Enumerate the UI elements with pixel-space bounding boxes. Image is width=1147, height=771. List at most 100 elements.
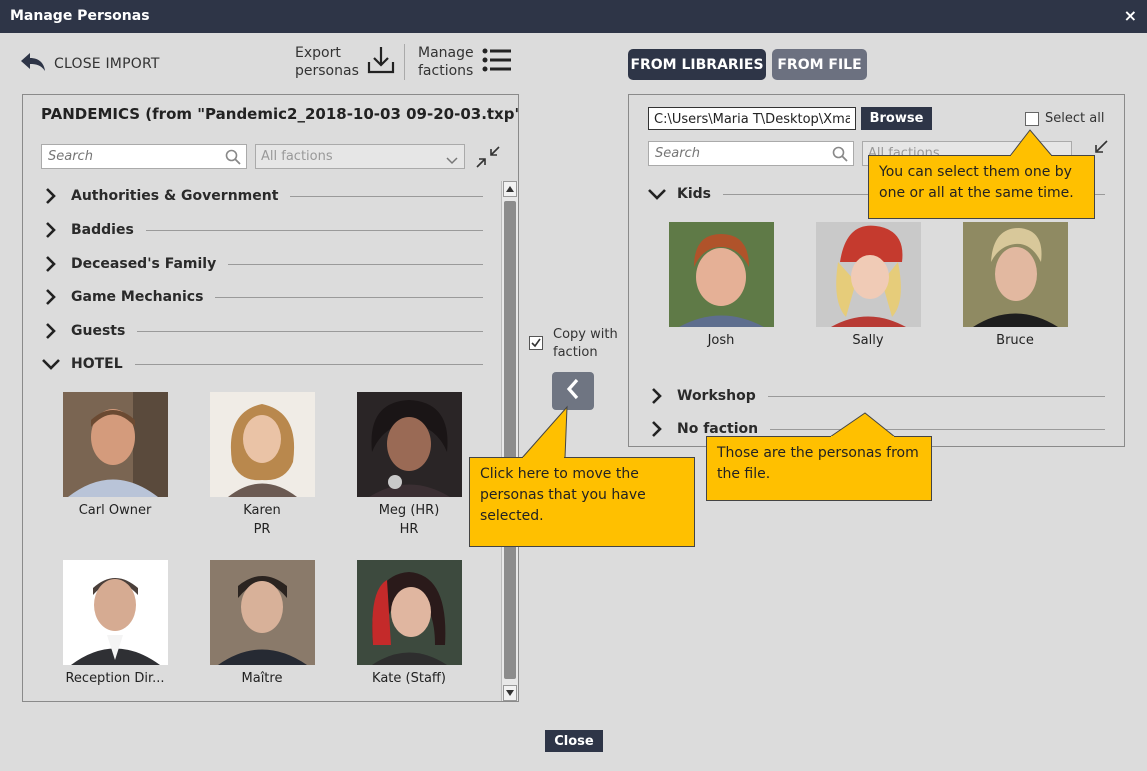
chevron-right-icon [41, 220, 61, 240]
persona-card[interactable]: Josh [656, 222, 786, 348]
faction-divider [770, 428, 1105, 430]
download-icon [367, 45, 395, 79]
file-path-input[interactable] [649, 109, 855, 129]
faction-name: Baddies [71, 222, 134, 238]
chevron-right-icon [41, 287, 61, 307]
faction-name: HOTEL [71, 356, 123, 372]
faction-name: Authorities & Government [71, 188, 279, 204]
copy-with-faction[interactable]: Copy with faction [529, 326, 618, 362]
faction-name: Workshop [677, 388, 756, 404]
checkmark-icon [531, 338, 541, 348]
browse-button[interactable]: Browse [861, 107, 932, 130]
scrollbar-thumb[interactable] [504, 201, 516, 679]
persona-card[interactable]: Meg (HR) HR [344, 392, 474, 537]
manage-label-line2: factions [418, 63, 474, 79]
avatar [962, 222, 1068, 327]
copy-label-line1: Copy with [553, 327, 618, 342]
file-search-input[interactable] [649, 142, 853, 165]
select-all-checkbox[interactable] [1025, 111, 1039, 126]
avatar [209, 392, 315, 497]
window-close-button[interactable]: × [1124, 6, 1137, 25]
tab-from-file[interactable]: FROM FILE [772, 49, 867, 80]
library-heading: PANDEMICS (from "Pandemic2_2018-10-03 09… [41, 105, 519, 123]
select-all[interactable]: Select all [1025, 111, 1104, 126]
chevron-right-icon [647, 386, 667, 406]
library-search[interactable] [41, 144, 247, 169]
close-import-label: CLOSE IMPORT [54, 56, 160, 72]
toolbar-divider [404, 44, 405, 80]
chevron-down-icon [41, 354, 61, 374]
scroll-down-arrow-icon[interactable] [503, 685, 517, 701]
persona-name: Meg (HR) [378, 503, 440, 518]
move-personas-button[interactable] [552, 372, 594, 410]
tab-from-libraries[interactable]: FROM LIBRARIES [628, 49, 766, 80]
persona-role: PR [253, 522, 271, 537]
avatar [356, 560, 462, 665]
persona-name: Bruce [996, 333, 1034, 348]
faction-row-expanded[interactable]: HOTEL [41, 352, 483, 376]
faction-divider [228, 263, 483, 265]
chevron-down-icon [446, 151, 458, 170]
avatar [356, 392, 462, 497]
persona-name: Maître [241, 671, 283, 686]
faction-name: Game Mechanics [71, 289, 204, 305]
scroll-up-arrow-icon[interactable] [503, 181, 517, 197]
close-import-button[interactable]: CLOSE IMPORT [20, 52, 160, 76]
faction-divider [137, 330, 483, 332]
faction-row[interactable]: Deceased's Family [41, 252, 483, 276]
faction-row[interactable]: Authorities & Government [41, 184, 483, 208]
export-personas-button[interactable]: Export personas [295, 44, 395, 80]
chevron-down-icon [647, 184, 667, 204]
avatar [209, 560, 315, 665]
persona-card[interactable]: Sally [803, 222, 933, 348]
manage-factions-button[interactable]: Manage factions [418, 44, 512, 80]
faction-divider [215, 296, 483, 298]
callout-move-button: Click here to move the personas that you… [469, 457, 695, 547]
close-button[interactable]: Close [545, 730, 603, 752]
collapse-all-icon[interactable] [1093, 139, 1109, 161]
faction-name: Deceased's Family [71, 256, 217, 272]
faction-divider [145, 229, 483, 231]
avatar [62, 392, 168, 497]
faction-name: Kids [677, 186, 712, 202]
export-label-line2: personas [295, 63, 359, 79]
persona-name: Sally [852, 333, 884, 348]
persona-role: HR [399, 522, 419, 537]
persona-card[interactable]: Carl Owner [50, 392, 180, 518]
avatar [62, 560, 168, 665]
faction-name: No faction [677, 421, 759, 437]
faction-row[interactable]: Workshop [647, 384, 1105, 408]
faction-row[interactable]: Baddies [41, 218, 483, 242]
avatar [668, 222, 774, 327]
copy-with-faction-checkbox[interactable] [529, 336, 543, 350]
faction-name: Guests [71, 323, 126, 339]
persona-card[interactable]: Karen PR [197, 392, 327, 537]
persona-name: Karen [243, 503, 281, 518]
export-label-line1: Export [295, 45, 341, 61]
persona-card[interactable]: Kate (Staff) [344, 560, 474, 686]
chevron-right-icon [647, 419, 667, 439]
chevron-right-icon [41, 254, 61, 274]
persona-name: Josh [707, 333, 735, 348]
persona-card[interactable]: Maître [197, 560, 327, 686]
collapse-all-icon[interactable] [475, 145, 501, 173]
manage-label-line1: Manage [418, 45, 474, 61]
file-search[interactable] [648, 141, 854, 166]
file-panel: Browse Select all All factions Kids Josh… [628, 94, 1125, 447]
library-faction-filter[interactable]: All factions [255, 144, 465, 169]
chevron-left-icon [565, 378, 581, 404]
list-icon [482, 47, 512, 77]
library-search-input[interactable] [42, 145, 246, 168]
chevron-right-icon [41, 321, 61, 341]
faction-row[interactable]: Guests [41, 319, 483, 343]
copy-label-line2: faction [553, 345, 598, 360]
library-scrollbar[interactable] [501, 181, 518, 701]
faction-divider [134, 363, 483, 365]
title-bar: Manage Personas × [0, 0, 1147, 33]
file-path-field[interactable] [648, 107, 856, 130]
persona-card[interactable]: Reception Dir... [50, 560, 180, 686]
persona-card[interactable]: Bruce [950, 222, 1080, 348]
faction-row[interactable]: Game Mechanics [41, 285, 483, 309]
persona-name: Carl Owner [78, 503, 152, 518]
persona-name: Kate (Staff) [372, 671, 446, 686]
